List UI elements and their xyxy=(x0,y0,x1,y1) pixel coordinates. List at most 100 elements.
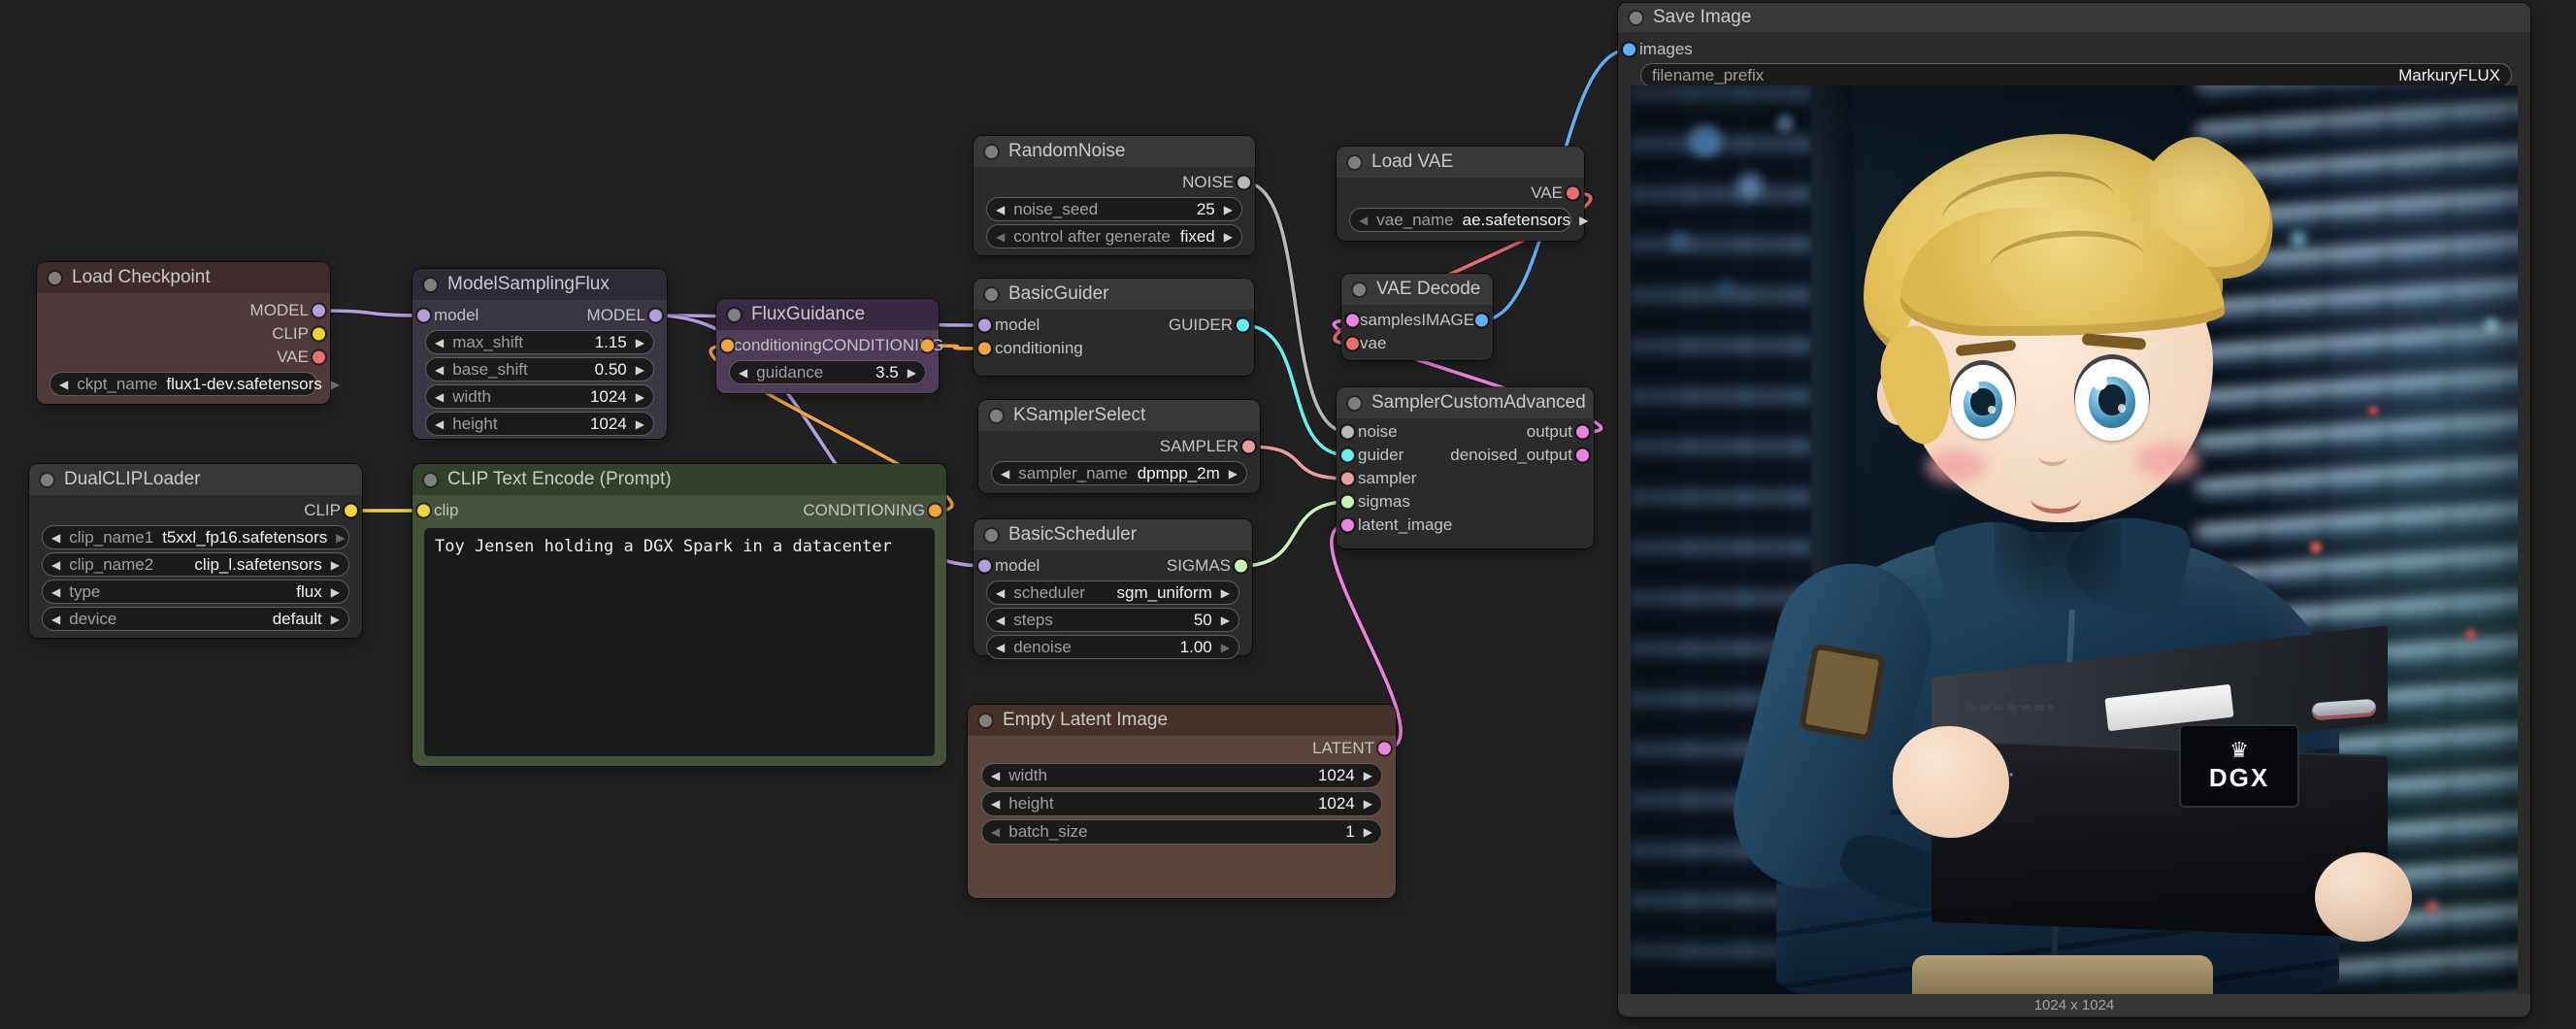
output-dot-latent[interactable] xyxy=(1378,743,1391,755)
arrow-right-icon[interactable]: ▶ xyxy=(636,391,644,403)
output-dot-sampler[interactable] xyxy=(1242,441,1255,453)
arrow-right-icon[interactable]: ▶ xyxy=(1364,770,1372,781)
node-header[interactable]: VAE Decode xyxy=(1341,274,1493,305)
arrow-right-icon[interactable]: ▶ xyxy=(1221,587,1230,599)
arrow-left-icon[interactable]: ◀ xyxy=(51,559,60,571)
arrow-right-icon[interactable]: ▶ xyxy=(636,418,644,430)
node-header[interactable]: FluxGuidance xyxy=(716,299,939,330)
input-dot-model[interactable] xyxy=(978,319,991,332)
arrow-left-icon[interactable]: ◀ xyxy=(1359,215,1368,226)
input-dot-vae[interactable] xyxy=(1346,338,1359,350)
node-header[interactable]: Load Checkpoint xyxy=(37,262,330,293)
collapse-dot-icon[interactable] xyxy=(1348,397,1361,410)
widget-steps[interactable]: ◀ steps 50 ▶ xyxy=(986,608,1239,632)
arrow-left-icon[interactable]: ◀ xyxy=(991,798,1000,810)
arrow-right-icon[interactable]: ▶ xyxy=(1224,231,1233,243)
node-header[interactable]: Empty Latent Image xyxy=(968,705,1396,736)
prompt-textarea[interactable]: Toy Jensen holding a DGX Spark in a data… xyxy=(424,528,935,756)
input-dot-sampler[interactable] xyxy=(1341,473,1354,485)
node-header[interactable]: KSamplerSelect xyxy=(978,400,1260,431)
node-header[interactable]: BasicGuider xyxy=(974,279,1254,310)
node-save-image[interactable]: Save Image images filename_prefix Markur… xyxy=(1618,3,2530,1017)
collapse-dot-icon[interactable] xyxy=(424,279,437,291)
output-dot-image[interactable] xyxy=(1475,315,1488,327)
arrow-left-icon[interactable]: ◀ xyxy=(435,418,444,430)
node-header[interactable]: BasicScheduler xyxy=(974,519,1252,550)
input-dot-sigmas[interactable] xyxy=(1341,496,1354,509)
widget-filename-prefix[interactable]: filename_prefix MarkuryFLUX xyxy=(1640,63,2512,87)
node-randomnoise[interactable]: RandomNoise NOISE ◀ noise_seed 25 ▶ ◀ co… xyxy=(974,136,1255,255)
node-header[interactable]: Save Image xyxy=(1618,3,2530,32)
arrow-left-icon[interactable]: ◀ xyxy=(996,614,1005,626)
arrow-right-icon[interactable]: ▶ xyxy=(636,337,644,349)
arrow-left-icon[interactable]: ◀ xyxy=(59,379,68,390)
arrow-left-icon[interactable]: ◀ xyxy=(996,231,1005,243)
widget-denoise[interactable]: ◀ denoise 1.00 ▶ xyxy=(986,635,1239,659)
node-header[interactable]: CLIP Text Encode (Prompt) xyxy=(413,464,946,495)
arrow-left-icon[interactable]: ◀ xyxy=(435,364,444,376)
node-load-vae[interactable]: Load VAE VAE ◀ vae_name ae.safetensors ▶ xyxy=(1337,147,1584,241)
node-samplercustomadvanced[interactable]: SamplerCustomAdvanced noise output guide… xyxy=(1337,387,1594,548)
collapse-dot-icon[interactable] xyxy=(1630,12,1642,24)
collapse-dot-icon[interactable] xyxy=(990,410,1003,422)
arrow-left-icon[interactable]: ◀ xyxy=(991,826,1000,838)
widget-batch-size[interactable]: ◀ batch_size 1 ▶ xyxy=(981,819,1382,845)
widget-type[interactable]: ◀ type flux ▶ xyxy=(42,580,349,604)
widget-control-after-generate[interactable]: ◀ control after generate fixed ▶ xyxy=(986,224,1242,249)
input-dot-latent-image[interactable] xyxy=(1341,519,1354,532)
collapse-dot-icon[interactable] xyxy=(985,529,998,542)
arrow-left-icon[interactable]: ◀ xyxy=(739,367,747,379)
arrow-left-icon[interactable]: ◀ xyxy=(435,337,444,349)
widget-max-shift[interactable]: ◀ max_shift 1.15 ▶ xyxy=(425,330,654,354)
arrow-right-icon[interactable]: ▶ xyxy=(636,364,644,376)
node-header[interactable]: Load VAE xyxy=(1337,147,1584,178)
arrow-left-icon[interactable]: ◀ xyxy=(435,391,444,403)
node-header[interactable]: RandomNoise xyxy=(974,136,1255,167)
output-dot-output[interactable] xyxy=(1576,426,1589,439)
arrow-right-icon[interactable]: ▶ xyxy=(331,586,340,598)
output-dot-vae[interactable] xyxy=(313,351,325,364)
output-dot-denoised-output[interactable] xyxy=(1576,449,1589,462)
output-dot-guider[interactable] xyxy=(1237,319,1249,332)
input-dot-model[interactable] xyxy=(417,310,430,322)
node-fluxguidance[interactable]: FluxGuidance conditioning CONDITIONING ◀… xyxy=(716,299,939,393)
node-clip-text-encode[interactable]: CLIP Text Encode (Prompt) clip CONDITION… xyxy=(413,464,946,766)
collapse-dot-icon[interactable] xyxy=(985,288,998,301)
arrow-right-icon[interactable]: ▶ xyxy=(1221,642,1230,653)
widget-vae-name[interactable]: ◀ vae_name ae.safetensors ▶ xyxy=(1349,208,1571,232)
arrow-right-icon[interactable]: ▶ xyxy=(331,559,340,571)
arrow-right-icon[interactable]: ▶ xyxy=(1221,614,1230,626)
node-empty-latent-image[interactable]: Empty Latent Image LATENT ◀ width 1024 ▶… xyxy=(968,705,1396,898)
input-dot-clip[interactable] xyxy=(417,505,430,517)
node-header[interactable]: ModelSamplingFlux xyxy=(413,269,667,300)
arrow-right-icon[interactable]: ▶ xyxy=(331,614,340,625)
collapse-dot-icon[interactable] xyxy=(41,474,53,486)
widget-width[interactable]: ◀ width 1024 ▶ xyxy=(425,384,654,409)
collapse-dot-icon[interactable] xyxy=(1353,283,1366,296)
widget-clip-name2[interactable]: ◀ clip_name2 clip_l.safetensors ▶ xyxy=(42,552,349,577)
arrow-right-icon[interactable]: ▶ xyxy=(1229,468,1238,480)
arrow-right-icon[interactable]: ▶ xyxy=(336,532,345,544)
arrow-right-icon[interactable]: ▶ xyxy=(331,379,340,390)
widget-guidance[interactable]: ◀ guidance 3.5 ▶ xyxy=(729,360,926,384)
node-ksamplerselect[interactable]: KSamplerSelect SAMPLER ◀ sampler_name dp… xyxy=(978,400,1260,493)
widget-height[interactable]: ◀ height 1024 ▶ xyxy=(981,791,1382,816)
arrow-right-icon[interactable]: ▶ xyxy=(1364,798,1372,810)
arrow-left-icon[interactable]: ◀ xyxy=(1001,468,1009,480)
output-dot-vae[interactable] xyxy=(1567,187,1579,200)
node-load-checkpoint[interactable]: Load Checkpoint MODEL CLIP VAE ◀ ckpt_na… xyxy=(37,262,330,404)
input-dot-images[interactable] xyxy=(1623,44,1635,56)
output-dot-sigmas[interactable] xyxy=(1235,560,1247,573)
input-dot-noise[interactable] xyxy=(1341,426,1354,439)
arrow-left-icon[interactable]: ◀ xyxy=(51,614,60,625)
collapse-dot-icon[interactable] xyxy=(985,146,998,158)
output-dot-model[interactable] xyxy=(649,310,662,322)
node-basicguider[interactable]: BasicGuider model GUIDER conditioning xyxy=(974,279,1254,376)
node-vae-decode[interactable]: VAE Decode samples IMAGE vae xyxy=(1341,274,1493,360)
input-dot-conditioning[interactable] xyxy=(978,343,991,355)
widget-sampler-name[interactable]: ◀ sampler_name dpmpp_2m ▶ xyxy=(991,461,1247,485)
arrow-left-icon[interactable]: ◀ xyxy=(51,532,60,544)
input-dot-conditioning[interactable] xyxy=(721,340,734,352)
collapse-dot-icon[interactable] xyxy=(979,714,992,727)
collapse-dot-icon[interactable] xyxy=(728,309,741,321)
